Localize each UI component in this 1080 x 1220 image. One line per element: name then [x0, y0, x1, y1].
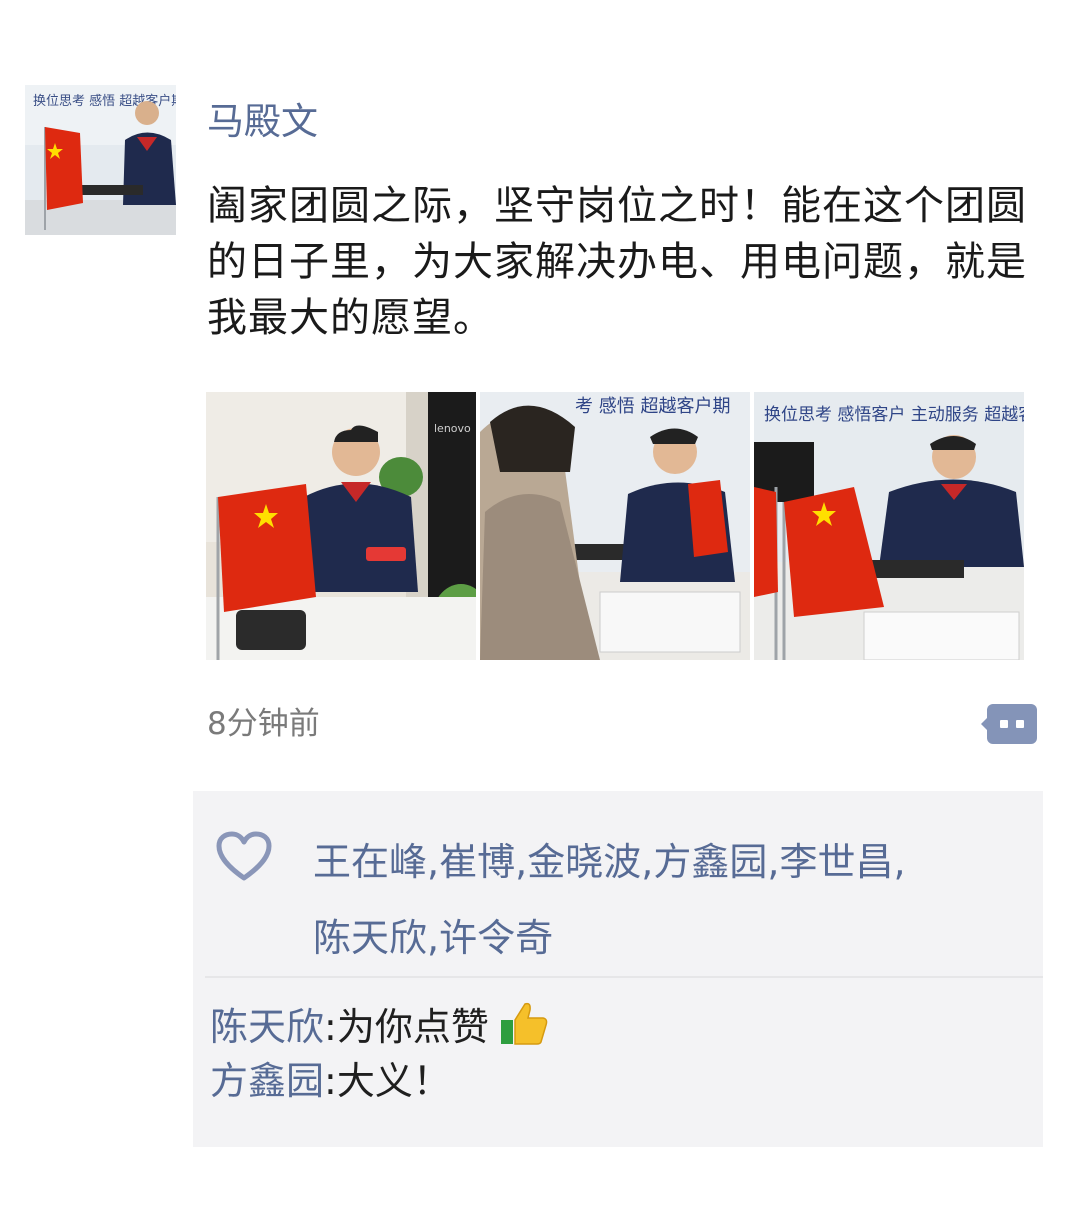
photo-3-wall-text: 换位思考 感悟客户 主动服务 超越客户期待 — [764, 405, 1024, 425]
comment-separator: : — [324, 1059, 337, 1103]
photo-2-wall-text: 考 感悟 超越客户期 — [575, 396, 730, 417]
post-photo-3[interactable]: 换位思考 感悟客户 主动服务 超越客户期待 — [754, 392, 1024, 660]
heart-outline-icon — [214, 830, 274, 884]
comment-row[interactable]: 陈天欣:为你点赞 — [210, 1000, 549, 1054]
thumbs-up-icon — [499, 1000, 549, 1046]
photo-1-monitor-text: lenovo — [434, 422, 471, 435]
comment-author[interactable]: 陈天欣 — [210, 1005, 324, 1049]
like-name[interactable]: 金晓波 — [527, 840, 641, 884]
like-name[interactable]: 李世昌 — [779, 840, 893, 884]
post-photo-2[interactable]: 考 感悟 超越客户期 — [480, 392, 750, 660]
comment-author[interactable]: 方鑫园 — [210, 1059, 324, 1103]
comment-dots-icon — [981, 704, 1037, 744]
like-name[interactable]: 王在峰 — [313, 840, 427, 884]
comment-text: 为你点赞 — [336, 1005, 489, 1049]
comment-separator: : — [324, 1005, 337, 1049]
post-time: 8分钟前 — [207, 706, 320, 742]
likes-comments-divider — [205, 976, 1043, 978]
more-actions-button[interactable] — [981, 704, 1037, 744]
like-name[interactable]: 崔博 — [439, 840, 515, 884]
comment-row[interactable]: 方鑫园:大义！ — [210, 1054, 451, 1108]
comment-text: 大义！ — [336, 1059, 451, 1103]
post-text: 阖家团圆之际，坚守岗位之时！能在这个团圆的日子里，为大家解决办电、用电问题，就是… — [207, 183, 1027, 341]
likes-list: 王在峰,崔博,金晓波,方鑫园,李世昌, 陈天欣,许令奇 — [313, 840, 906, 960]
author-avatar[interactable]: 换位思考 感悟 超越客户期待 — [25, 85, 176, 235]
author-name[interactable]: 马殿文 — [207, 96, 318, 148]
like-name[interactable]: 方鑫园 — [653, 840, 767, 884]
like-name[interactable]: 许令奇 — [439, 916, 553, 960]
post-photo-1[interactable]: lenovo — [206, 392, 476, 660]
like-name[interactable]: 陈天欣 — [313, 916, 427, 960]
